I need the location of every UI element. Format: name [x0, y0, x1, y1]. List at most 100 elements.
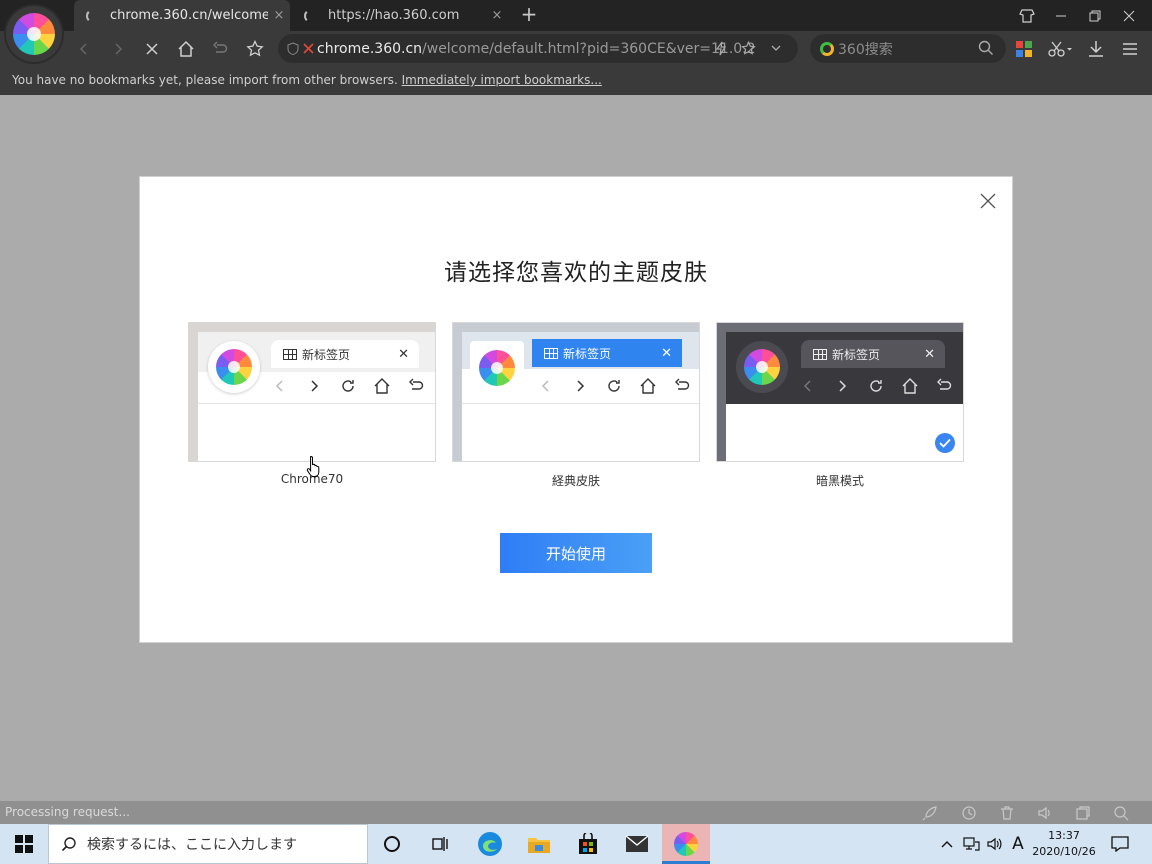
undo-close-button[interactable]	[206, 35, 234, 63]
taskbar-search-input[interactable]: 検索するには、ここに入力します	[48, 824, 368, 864]
browser-logo	[736, 341, 788, 393]
cortana-icon[interactable]	[368, 824, 416, 864]
search-box[interactable]: 360搜索	[810, 34, 1006, 63]
tab-welcome[interactable]: chrome.360.cn/welcome/defa ×	[74, 0, 290, 31]
close-icon: ✕	[398, 346, 409, 362]
history-icon[interactable]	[961, 805, 977, 821]
grid-icon	[813, 348, 827, 360]
close-icon: ✕	[661, 345, 672, 361]
skin-icon[interactable]	[1010, 0, 1044, 31]
back-icon	[529, 375, 563, 397]
lightning-icon[interactable]	[714, 41, 728, 60]
selected-check-icon	[935, 433, 955, 453]
search-icon	[61, 836, 77, 852]
speaker-icon[interactable]	[984, 824, 1006, 864]
address-bar[interactable]: chrome.360.cn/welcome/default.html?pid=3…	[278, 34, 798, 63]
insecure-icon	[303, 43, 315, 55]
home-icon	[893, 375, 927, 397]
bookmark-star-icon[interactable]	[741, 40, 756, 60]
browser-logo	[470, 341, 524, 395]
file-explorer-icon[interactable]	[515, 824, 563, 864]
mini-tab-label: 新标签页	[302, 347, 351, 362]
edge-icon[interactable]	[466, 824, 514, 864]
windows-start-icon[interactable]	[0, 824, 48, 864]
tab-label: https://hao.360.com	[328, 8, 460, 23]
back-button[interactable]	[70, 35, 98, 63]
taskbar: 検索するには、ここに入力します A 13:37 2020/10/26	[0, 824, 1152, 864]
theme-card-dark[interactable]: 新标签页 ✕	[716, 322, 964, 462]
forward-button[interactable]	[104, 35, 132, 63]
theme-card-classic[interactable]: 新标签页 ✕	[452, 322, 700, 462]
mini-tab-label: 新标签页	[563, 346, 612, 361]
undo-icon	[665, 375, 699, 397]
task-view-icon[interactable]	[416, 824, 464, 864]
tab-label: chrome.360.cn/welcome/defa	[110, 8, 268, 23]
chevron-down-icon[interactable]	[770, 42, 782, 58]
hand-cursor-icon	[306, 455, 324, 481]
mini-nav	[263, 375, 433, 397]
stop-button[interactable]	[138, 35, 166, 63]
mini-nav	[529, 375, 699, 397]
download-icon[interactable]	[1082, 35, 1110, 63]
ime-indicator[interactable]: A	[1008, 824, 1028, 864]
new-tab-button[interactable]: +	[516, 3, 542, 27]
taskbar-search-placeholder: 検索するには、ここに入力します	[87, 837, 297, 853]
screenshot-scissors-icon[interactable]	[1042, 35, 1078, 63]
back-icon	[263, 375, 297, 397]
trash-icon[interactable]	[999, 805, 1015, 821]
address-path: /welcome/default.html?pid=360CE&ver=11.0…	[422, 40, 756, 57]
store-icon[interactable]	[564, 824, 612, 864]
status-bar: Processing request...	[0, 801, 1152, 824]
apps-grid-icon[interactable]	[1010, 35, 1038, 63]
favorite-star-icon[interactable]	[241, 35, 269, 63]
window-icon[interactable]	[1075, 805, 1091, 821]
mail-icon[interactable]	[613, 824, 661, 864]
refresh-icon	[331, 375, 365, 397]
start-button[interactable]: 开始使用	[500, 533, 652, 573]
undo-icon	[927, 375, 961, 397]
close-window-button[interactable]	[1112, 0, 1146, 31]
menu-icon[interactable]	[1116, 35, 1144, 63]
minimize-button[interactable]	[1044, 0, 1078, 31]
search-icon[interactable]	[978, 40, 994, 60]
360-browser-taskbar-icon[interactable]	[662, 824, 710, 864]
theme-label: 経典皮肤	[551, 474, 600, 488]
import-bookmarks-link[interactable]: Immediately import bookmarks...	[402, 73, 602, 87]
mini-tab: 新标签页 ✕	[801, 340, 945, 368]
close-icon[interactable]	[978, 191, 998, 211]
bookmark-message: You have no bookmarks yet, please import…	[12, 73, 402, 87]
search-placeholder: 360搜索	[838, 41, 893, 58]
network-icon[interactable]	[960, 824, 982, 864]
home-icon	[631, 375, 665, 397]
browser-logo[interactable]	[6, 6, 62, 62]
theme-card-chrome70[interactable]: 新标签页 ✕	[188, 322, 436, 462]
bookmark-bar: You have no bookmarks yet, please import…	[0, 66, 1152, 95]
loading-icon	[86, 8, 100, 23]
nav-bar: chrome.360.cn/welcome/default.html?pid=3…	[0, 31, 1152, 66]
forward-icon	[563, 375, 597, 397]
shield-icon	[287, 42, 301, 56]
loading-icon	[304, 8, 318, 23]
restore-button[interactable]	[1078, 0, 1112, 31]
close-icon: ✕	[924, 346, 935, 362]
tab-close-button[interactable]: ×	[486, 8, 508, 23]
mini-tab: 新标签页 ✕	[271, 340, 419, 368]
chevron-up-icon[interactable]	[936, 824, 958, 864]
tab-hao360[interactable]: https://hao.360.com ×	[292, 0, 508, 31]
mini-tab-label: 新标签页	[832, 347, 881, 362]
notification-icon[interactable]	[1100, 824, 1140, 864]
refresh-icon	[859, 375, 893, 397]
system-clock[interactable]: 13:37 2020/10/26	[1028, 828, 1100, 860]
title-bar: chrome.360.cn/welcome/defa × https://hao…	[0, 0, 1152, 31]
dialog-title: 请选择您喜欢的主题皮肤	[444, 260, 708, 286]
mini-nav	[791, 375, 961, 397]
volume-icon[interactable]	[1037, 805, 1053, 821]
zoom-icon[interactable]	[1113, 805, 1129, 821]
undo-icon	[399, 375, 433, 397]
rocket-icon[interactable]	[922, 805, 938, 821]
grid-icon	[283, 348, 297, 360]
refresh-icon	[597, 375, 631, 397]
tab-close-button[interactable]: ×	[268, 8, 290, 23]
home-button[interactable]	[172, 35, 200, 63]
status-text: Processing request...	[5, 805, 130, 819]
